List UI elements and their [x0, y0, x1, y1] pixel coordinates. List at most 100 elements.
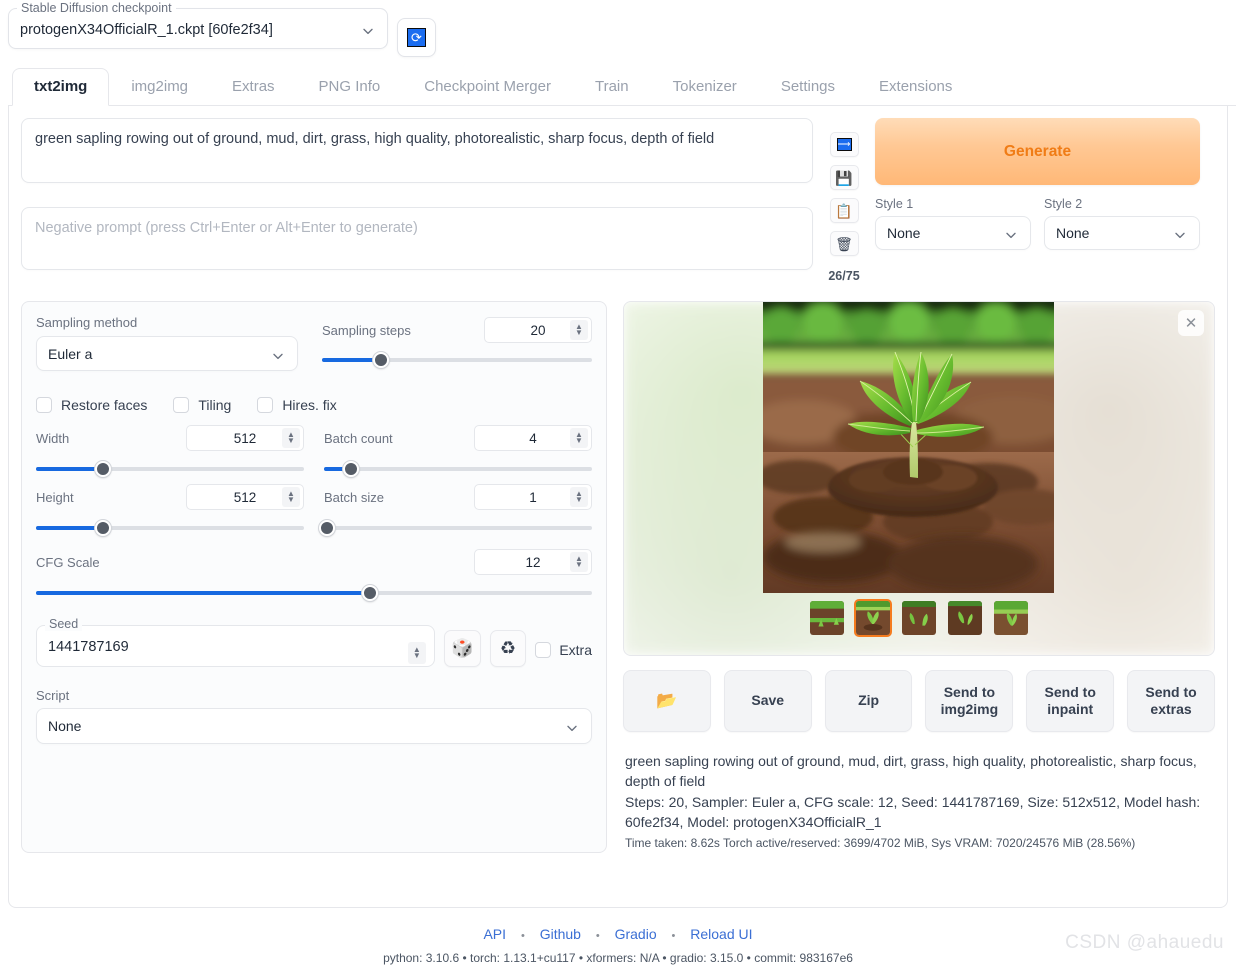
- height-number[interactable]: 512 ▲▼: [186, 484, 304, 510]
- seed-label: Seed: [45, 617, 82, 631]
- width-value: 512: [234, 431, 257, 446]
- generate-button[interactable]: Generate: [875, 118, 1200, 185]
- thumbnail-3[interactable]: [946, 599, 984, 637]
- generated-image[interactable]: [763, 302, 1054, 593]
- send-to-inpaint-button[interactable]: Send to inpaint: [1026, 670, 1114, 732]
- github-link[interactable]: Github: [540, 926, 581, 942]
- negative-prompt-input[interactable]: [21, 207, 813, 270]
- chevron-down-icon: [566, 722, 578, 734]
- sampling-steps-slider[interactable]: [322, 352, 592, 368]
- checkpoint-bar: Stable Diffusion checkpoint protogenX34O…: [0, 0, 1236, 57]
- script-select[interactable]: None: [36, 708, 592, 744]
- width-label: Width: [36, 431, 69, 446]
- batch-size-slider[interactable]: [324, 520, 592, 536]
- recycle-icon[interactable]: ♻: [490, 630, 527, 667]
- stepper-icon[interactable]: ▲▼: [282, 428, 300, 448]
- slider-knob[interactable]: [95, 461, 111, 477]
- checkpoint-value: protogenX34OfficialR_1.ckpt [60fe2f34]: [20, 22, 376, 38]
- stepper-icon[interactable]: ▲▼: [570, 428, 588, 448]
- slider-knob[interactable]: [373, 352, 389, 368]
- paste-prompt-icon[interactable]: 📋: [830, 198, 859, 223]
- chevron-down-icon: [272, 350, 284, 362]
- tiling-label: Tiling: [198, 397, 231, 413]
- tab-settings[interactable]: Settings: [759, 68, 857, 106]
- send-to-img2img-button[interactable]: Send to img2img: [925, 670, 1013, 732]
- clear-prompt-icon[interactable]: 🗑: [830, 231, 859, 256]
- slider-fill: [36, 591, 370, 595]
- dice-icon[interactable]: 🎲: [444, 630, 481, 667]
- thumbnail-4[interactable]: [992, 599, 1030, 637]
- save-style-icon[interactable]: 💾: [830, 165, 859, 190]
- restore-progress-icon[interactable]: ⟶: [830, 132, 859, 157]
- batch-size-number[interactable]: 1 ▲▼: [474, 484, 592, 510]
- prompt-column: green sapling rowing out of ground, mud,…: [21, 118, 813, 275]
- size-column: Width 512 ▲▼ Height: [36, 424, 304, 536]
- tab-checkpoint-merger[interactable]: Checkpoint Merger: [402, 68, 573, 106]
- sampling-method-select[interactable]: Euler a: [36, 336, 298, 371]
- tab-txt2img[interactable]: txt2img: [12, 68, 109, 106]
- zip-button[interactable]: Zip: [825, 670, 913, 732]
- sampling-method-label: Sampling method: [36, 315, 298, 330]
- cfg-slider[interactable]: [36, 585, 592, 601]
- api-link[interactable]: API: [483, 926, 506, 942]
- batch-size-label: Batch size: [324, 490, 384, 505]
- cfg-value: 12: [525, 555, 540, 570]
- save-button[interactable]: Save: [724, 670, 812, 732]
- refresh-checkpoints-button[interactable]: ⟳: [397, 18, 436, 57]
- batch-count-slider[interactable]: [324, 461, 592, 477]
- width-number[interactable]: 512 ▲▼: [186, 425, 304, 451]
- style-2-select[interactable]: None: [1044, 216, 1200, 250]
- cfg-number[interactable]: 12 ▲▼: [474, 549, 592, 575]
- seed-input[interactable]: Seed 1441787169 ▲▼: [36, 625, 435, 667]
- slider-knob[interactable]: [362, 585, 378, 601]
- sampling-steps-number[interactable]: 20 ▲▼: [484, 317, 592, 343]
- tab-extensions[interactable]: Extensions: [857, 68, 974, 106]
- output-actions: 📂 Save Zip Send to img2img Send to inpai…: [623, 670, 1215, 732]
- checkpoint-label: Stable Diffusion checkpoint: [17, 0, 176, 16]
- sampler-row: Sampling method Euler a Sampling steps: [36, 315, 592, 371]
- extra-checkbox[interactable]: Extra: [535, 642, 592, 658]
- prompt-row: green sapling rowing out of ground, mud,…: [21, 118, 1215, 283]
- stepper-icon[interactable]: ▲▼: [570, 487, 588, 507]
- gradio-link[interactable]: Gradio: [615, 926, 657, 942]
- generation-info-params: Steps: 20, Sampler: Euler a, CFG scale: …: [625, 792, 1213, 833]
- seed-row: Seed 1441787169 ▲▼ 🎲 ♻ Extra: [36, 625, 592, 667]
- prompt-input[interactable]: green sapling rowing out of ground, mud,…: [21, 118, 813, 183]
- tab-png-info[interactable]: PNG Info: [297, 68, 403, 106]
- tab-tokenizer[interactable]: Tokenizer: [651, 68, 759, 106]
- thumbnail-2[interactable]: [900, 599, 938, 637]
- slider-knob[interactable]: [319, 520, 335, 536]
- tab-img2img[interactable]: img2img: [109, 68, 210, 106]
- batch-count-number[interactable]: 4 ▲▼: [474, 425, 592, 451]
- stepper-icon[interactable]: ▲▼: [282, 487, 300, 507]
- batch-count-row: Batch count 4 ▲▼: [324, 424, 592, 452]
- style-1-select[interactable]: None: [875, 216, 1031, 250]
- restore-faces-checkbox[interactable]: Restore faces: [36, 397, 147, 413]
- thumbnail-1[interactable]: [854, 599, 892, 637]
- checkpoint-select[interactable]: Stable Diffusion checkpoint protogenX34O…: [8, 8, 388, 49]
- checkbox-box: [535, 642, 551, 658]
- width-slider[interactable]: [36, 461, 304, 477]
- close-icon[interactable]: ✕: [1178, 310, 1204, 336]
- stepper-icon[interactable]: ▲▼: [570, 552, 588, 572]
- script-label: Script: [36, 688, 592, 703]
- cfg-label: CFG Scale: [36, 555, 100, 570]
- tab-train[interactable]: Train: [573, 68, 651, 106]
- slider-knob[interactable]: [343, 461, 359, 477]
- send-to-extras-button[interactable]: Send to extras: [1127, 670, 1215, 732]
- stepper-icon[interactable]: ▲▼: [570, 320, 588, 340]
- height-slider[interactable]: [36, 520, 304, 536]
- open-folder-button[interactable]: 📂: [623, 670, 711, 732]
- hires-fix-checkbox[interactable]: Hires. fix: [257, 397, 336, 413]
- tiling-checkbox[interactable]: Tiling: [173, 397, 231, 413]
- checkbox-box: [36, 397, 52, 413]
- stepper-icon[interactable]: ▲▼: [408, 642, 426, 664]
- reload-ui-link[interactable]: Reload UI: [690, 926, 752, 942]
- thumbnail-0[interactable]: [808, 599, 846, 637]
- sampling-method-value: Euler a: [48, 346, 92, 362]
- sampling-steps-label: Sampling steps: [322, 323, 411, 338]
- refresh-icon: ⟳: [407, 28, 426, 47]
- tab-extras[interactable]: Extras: [210, 68, 297, 106]
- stable-diffusion-webui: Stable Diffusion checkpoint protogenX34O…: [0, 0, 1236, 966]
- slider-knob[interactable]: [95, 520, 111, 536]
